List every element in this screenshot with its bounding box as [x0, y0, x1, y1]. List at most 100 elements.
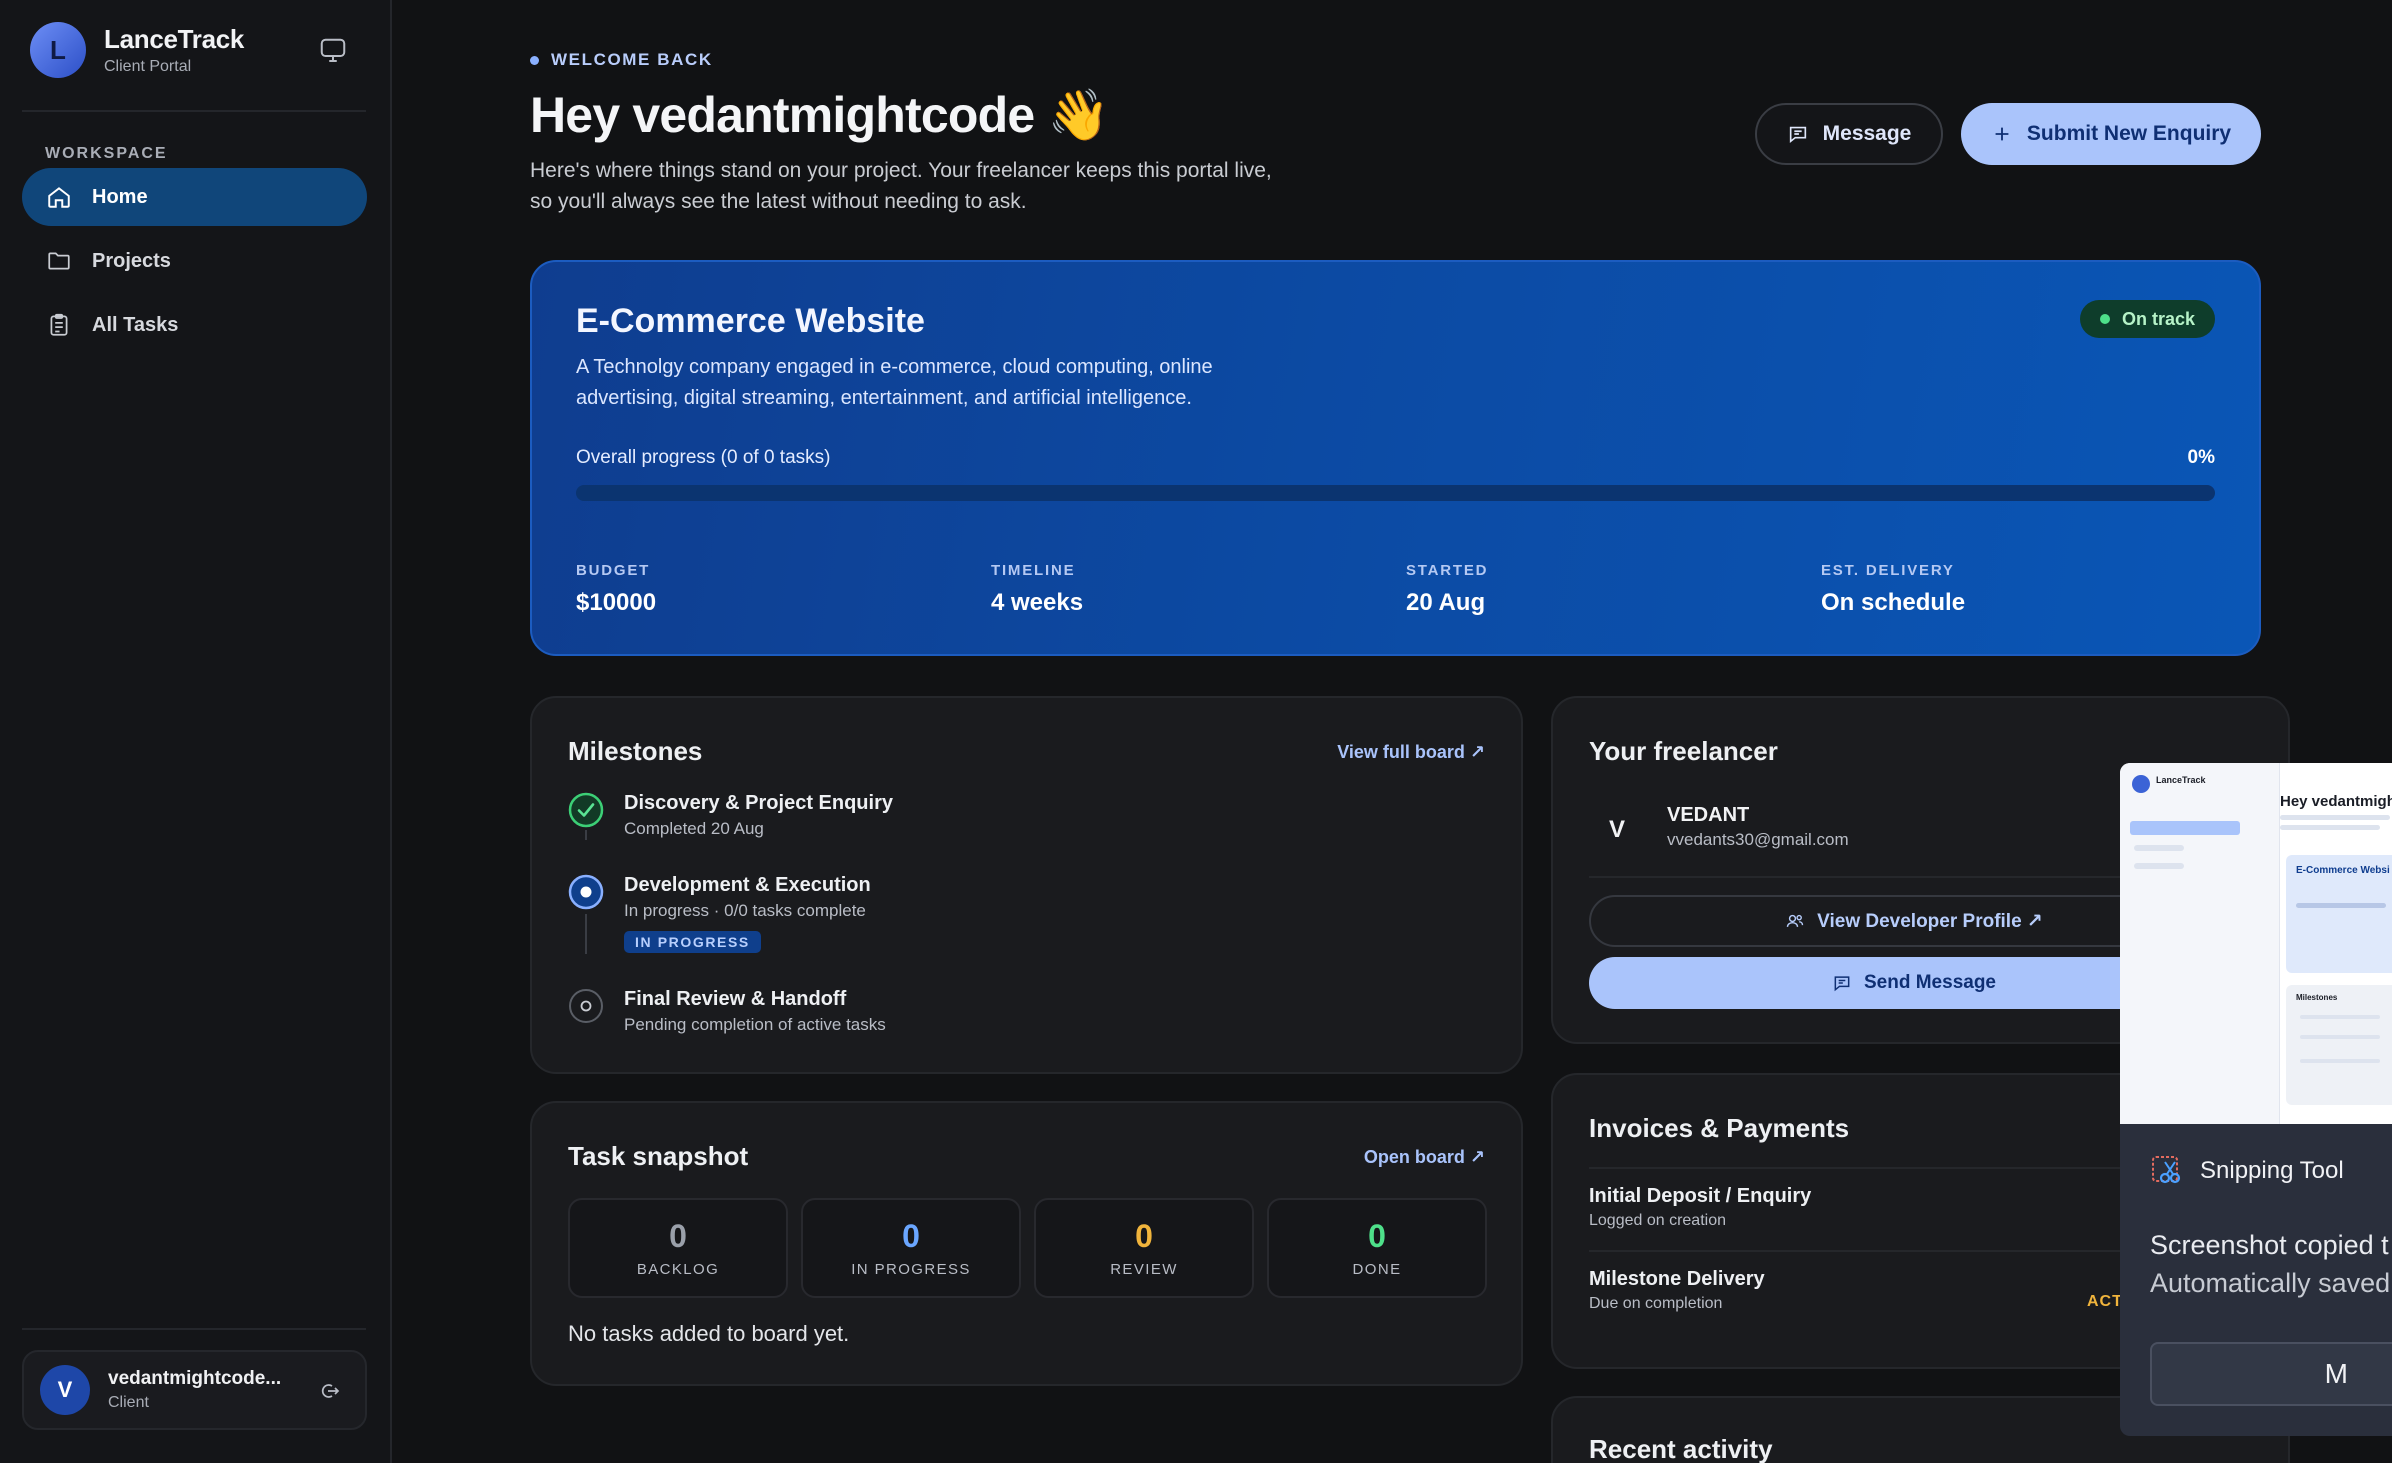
project-hero-card: E-Commerce Website On track A Technolgy …	[530, 260, 2261, 656]
stat-est-delivery: EST. DELIVERY On schedule	[1821, 562, 1965, 617]
clipboard-icon	[50, 313, 68, 336]
thumb-logo	[2132, 775, 2150, 793]
stat-value: 4 weeks	[991, 589, 1084, 616]
brand-name: LanceTrack	[104, 24, 245, 54]
description-line: A Technolgy company engaged in e-commerc…	[576, 356, 1213, 378]
brand[interactable]: L LanceTrack Client Portal	[30, 22, 244, 78]
pending-circle-icon	[569, 989, 603, 1023]
stat-label: EST. DELIVERY	[1821, 562, 1955, 579]
thumb-progress	[2296, 903, 2386, 908]
status-dot	[2099, 314, 2110, 324]
sidebar-item-home[interactable]: Home	[22, 168, 367, 226]
plus-icon	[1995, 127, 2009, 141]
view-full-board-link[interactable]: View full board ↗	[1337, 742, 1485, 763]
recent-activity-title: Recent activity	[1589, 1434, 1773, 1463]
chat-icon	[1834, 976, 1850, 992]
open-board-link[interactable]: Open board ↗	[1364, 1147, 1485, 1168]
snapshot-count: 0	[1368, 1218, 1386, 1254]
toast-action-button[interactable]: M	[2150, 1342, 2392, 1406]
milestones-card: Milestones View full board ↗ Discovery &…	[530, 696, 1523, 1074]
progress-label: Overall progress (0 of 0 tasks)	[576, 447, 831, 468]
snapshot-backlog[interactable]: 0 BACKLOG	[568, 1198, 788, 1298]
thumb-nav-item	[2134, 863, 2184, 869]
user-role: Client	[108, 1394, 149, 1411]
submit-button-label: Submit New Enquiry	[2026, 122, 2232, 145]
thumb-milestones-title: Milestones	[2296, 993, 2338, 1002]
sidebar-divider	[22, 1328, 366, 1330]
folder-icon	[48, 252, 70, 270]
invoices-title: Invoices & Payments	[1589, 1113, 1850, 1143]
task-snapshot-card: Task snapshot Open board ↗ 0 BACKLOG 0 I…	[530, 1101, 1523, 1386]
milestone-subtitle: Pending completion of active tasks	[624, 1015, 886, 1034]
profile-button-label: View Developer Profile ↗	[1817, 910, 2043, 932]
send-button-label: Send Message	[1864, 972, 1996, 993]
progress-percent: 0%	[2187, 447, 2215, 468]
sidebar-divider	[22, 110, 366, 112]
stat-label: BUDGET	[576, 562, 651, 579]
thumb-greeting: Hey vedantmigh	[2280, 793, 2392, 810]
milestone-subtitle: Completed 20 Aug	[624, 819, 764, 838]
snapshot-label: DONE	[1352, 1261, 1402, 1278]
milestone-title: Discovery & Project Enquiry	[624, 792, 893, 814]
stat-value: 20 Aug	[1406, 589, 1486, 616]
snapshot-label: IN PROGRESS	[851, 1261, 971, 1278]
sidebar-item-projects[interactable]: Projects	[22, 232, 367, 290]
sidebar-item-label: All Tasks	[92, 313, 179, 336]
check-circle-icon	[568, 792, 604, 828]
thumb-milestones	[2286, 985, 2392, 1105]
stat-started: STARTED 20 Aug	[1406, 562, 1488, 617]
scissors-icon	[2152, 1156, 2181, 1184]
screenshot-thumbnail[interactable]: LanceTrack Hey vedantmigh E-Commerce Web…	[2120, 763, 2392, 1125]
submit-enquiry-button[interactable]: Submit New Enquiry	[1961, 103, 2261, 165]
stat-timeline: TIMELINE 4 weeks	[991, 562, 1083, 617]
thumb-text-line	[2300, 1015, 2380, 1019]
user-card[interactable]: V vedantmightcode... Client	[22, 1350, 367, 1430]
snapshot-count: 0	[902, 1218, 920, 1254]
freelancer-avatar: V	[1609, 816, 1626, 843]
snipping-tool-toast[interactable]: Snipping Tool Screenshot copied t Automa…	[2120, 1124, 2392, 1436]
snapshot-count: 0	[669, 1218, 687, 1254]
snapshot-label: REVIEW	[1110, 1261, 1178, 1278]
milestone-title: Development & Execution	[624, 874, 871, 896]
intro-line: Here's where things stand on your projec…	[530, 159, 1272, 182]
status-text: On track	[2121, 308, 2195, 329]
empty-state-text: No tasks added to board yet.	[568, 1321, 850, 1346]
snapshot-done[interactable]: 0 DONE	[1267, 1198, 1487, 1298]
project-title: E-Commerce Website	[576, 302, 925, 340]
sidebar-item-label: Projects	[92, 249, 171, 272]
description-line: advertising, digital streaming, entertai…	[576, 387, 1192, 409]
welcome-tag: WELCOME BACK	[530, 50, 713, 70]
freelancer-title: Your freelancer	[1589, 736, 1778, 766]
snapshot-label: BACKLOG	[636, 1261, 720, 1278]
progress-bar	[576, 485, 2215, 501]
brand-logo: L	[30, 22, 86, 78]
message-button[interactable]: Message	[1755, 103, 1943, 165]
freelancer-name: VEDANT	[1667, 804, 1750, 826]
in-progress-badge: IN PROGRESS	[624, 931, 761, 953]
sidebar-item-all-tasks[interactable]: All Tasks	[22, 296, 367, 354]
workspace-label: WORKSPACE	[45, 145, 168, 162]
task-snapshot-title: Task snapshot	[568, 1141, 749, 1171]
toast-message: Screenshot copied t	[2150, 1230, 2389, 1260]
users-icon	[1786, 914, 1804, 927]
stat-value: $10000	[576, 589, 657, 616]
welcome-label: WELCOME BACK	[551, 50, 713, 69]
sidebar: L LanceTrack Client Portal WORKSPACE Hom…	[0, 0, 392, 1463]
user-name: vedantmightcode...	[108, 1368, 282, 1389]
snapshot-review[interactable]: 0 REVIEW	[1034, 1198, 1254, 1298]
thumb-text-line	[2280, 815, 2390, 820]
page-title: Hey vedantmightcode 👋	[530, 87, 1110, 143]
status-badge: On track	[2079, 300, 2215, 338]
snapshot-count: 0	[1135, 1218, 1153, 1254]
stat-budget: BUDGET $10000	[576, 562, 656, 617]
in-progress-dot-icon	[568, 874, 604, 910]
thumb-nav-item	[2134, 845, 2184, 851]
snipping-tool-name: Snipping Tool	[2200, 1157, 2344, 1184]
monitor-icon[interactable]	[318, 36, 348, 66]
welcome-dot	[530, 55, 539, 65]
snapshot-in-progress[interactable]: 0 IN PROGRESS	[801, 1198, 1021, 1298]
intro-text: Here's where things stand on your projec…	[530, 155, 1330, 217]
stat-label: TIMELINE	[991, 562, 1076, 579]
sidebar-item-label: Home	[92, 185, 148, 208]
logout-icon[interactable]	[317, 1379, 341, 1403]
